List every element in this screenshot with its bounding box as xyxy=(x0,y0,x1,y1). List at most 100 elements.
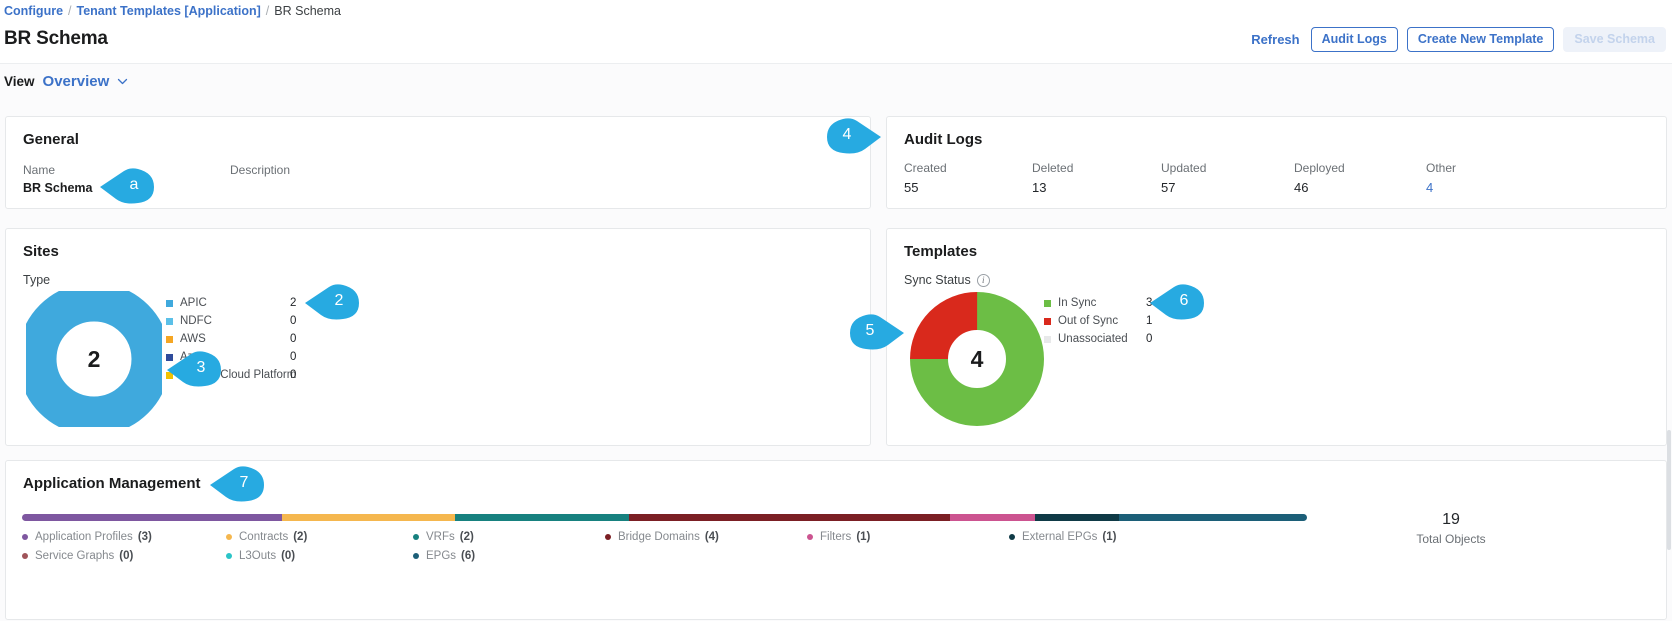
templates-card: Templates Sync Status i 4 In Sync 3 Out … xyxy=(886,228,1667,446)
sites-legend-item-aws[interactable]: AWS 0 xyxy=(166,330,296,348)
audit-stat-deleted-value: 13 xyxy=(1032,180,1047,195)
am-label-bridge-domains: Bridge Domains xyxy=(618,530,700,543)
am-label-contracts: Contracts xyxy=(239,530,289,543)
save-schema-button: Save Schema xyxy=(1563,27,1666,53)
application-management-stacked-bar[interactable] xyxy=(22,514,1307,521)
am-dot-contracts xyxy=(226,533,232,540)
audit-stat-other-value[interactable]: 4 xyxy=(1426,180,1456,195)
bar-segment-vrfs[interactable] xyxy=(455,514,629,521)
audit-stat-other: Other 4 xyxy=(1426,161,1456,195)
templates-legend-item-out-of-sync[interactable]: Out of Sync 1 xyxy=(1044,312,1152,330)
application-management-legend: Application Profiles (3) Contracts (2) V… xyxy=(22,527,1322,565)
am-legend-epgs[interactable]: EPGs (6) xyxy=(413,546,605,565)
am-label-application-profiles: Application Profiles xyxy=(35,530,133,543)
am-legend-bridge-domains[interactable]: Bridge Domains (4) xyxy=(605,527,807,546)
audit-stat-deployed: Deployed 46 xyxy=(1294,161,1345,195)
am-legend-service-graphs[interactable]: Service Graphs (0) xyxy=(22,546,226,565)
breadcrumb: Configure / Tenant Templates [Applicatio… xyxy=(4,4,341,18)
am-legend-external-epgs[interactable]: External EPGs (1) xyxy=(1009,527,1209,546)
templates-sync-status-label: Sync Status xyxy=(904,273,971,287)
total-objects-label: Total Objects xyxy=(1416,532,1486,546)
create-new-template-button[interactable]: Create New Template xyxy=(1406,27,1555,53)
audit-stat-created: Created 55 xyxy=(904,161,947,195)
am-legend-application-profiles[interactable]: Application Profiles (3) xyxy=(22,527,226,546)
bar-segment-filters[interactable] xyxy=(949,514,1035,521)
templates-sync-status: Sync Status i xyxy=(904,273,990,287)
sites-legend-value-apic: 2 xyxy=(290,297,297,309)
general-name-label: Name xyxy=(23,163,56,177)
sites-legend-label-ndfc: NDFC xyxy=(180,315,212,327)
bar-segment-epgs[interactable] xyxy=(1119,514,1307,521)
templates-legend-label-unassociated: Unassociated xyxy=(1058,333,1128,345)
am-dot-epgs xyxy=(413,552,419,559)
bar-segment-bridge-domains[interactable] xyxy=(628,514,950,521)
templates-donut-total: 4 xyxy=(970,345,984,372)
am-legend-contracts[interactable]: Contracts (2) xyxy=(226,527,413,546)
templates-legend-item-unassociated[interactable]: Unassociated 0 xyxy=(1044,330,1152,348)
breadcrumb-separator: / xyxy=(265,4,270,18)
sites-legend-value-aws: 0 xyxy=(290,333,297,345)
am-count-service-graphs: (0) xyxy=(119,549,134,562)
sites-legend-value-gcp: 0 xyxy=(290,369,297,381)
sites-type-label: Type xyxy=(23,273,51,287)
audit-stat-updated-value: 57 xyxy=(1161,180,1176,195)
sites-legend-item-gcp[interactable]: Google Cloud Platform 0 xyxy=(166,366,296,384)
sites-legend-value-ndfc: 0 xyxy=(290,315,297,327)
audit-stat-created-value: 55 xyxy=(904,180,919,195)
templates-legend-value-unassociated: 0 xyxy=(1146,333,1153,345)
refresh-button[interactable]: Refresh xyxy=(1251,32,1301,47)
total-objects-value: 19 xyxy=(1442,511,1460,528)
am-count-filters: (1) xyxy=(856,530,871,543)
audit-logs-button[interactable]: Audit Logs xyxy=(1310,27,1398,53)
sites-legend-label-aws: AWS xyxy=(180,333,206,345)
am-label-l3outs: L3Outs xyxy=(239,549,277,562)
chevron-down-icon[interactable] xyxy=(117,76,128,87)
breadcrumb-item-tenant-templates[interactable]: Tenant Templates [Application] xyxy=(77,4,261,18)
sites-donut-chart[interactable]: 2 xyxy=(17,282,171,436)
am-label-filters: Filters xyxy=(820,530,852,543)
am-label-external-epgs: External EPGs xyxy=(1022,530,1098,543)
view-selector[interactable]: View Overview xyxy=(4,73,128,90)
am-dot-external-epgs xyxy=(1009,533,1015,540)
sites-legend-item-azure[interactable]: Azure 0 xyxy=(166,348,296,366)
bar-segment-contracts[interactable] xyxy=(281,514,456,521)
templates-legend-item-in-sync[interactable]: In Sync 3 xyxy=(1044,294,1152,312)
am-legend-vrfs[interactable]: VRFs (2) xyxy=(413,527,605,546)
sites-legend: APIC 2 NDFC 0 AWS 0 Azure 0 Google Cloud… xyxy=(166,294,296,384)
audit-stat-deployed-label: Deployed xyxy=(1294,161,1345,175)
bar-segment-application-profiles[interactable] xyxy=(22,514,282,521)
am-count-l3outs: (0) xyxy=(281,549,296,562)
templates-legend-label-out-of-sync: Out of Sync xyxy=(1058,315,1119,327)
breadcrumb-item-current: BR Schema xyxy=(274,4,341,18)
breadcrumb-item-configure[interactable]: Configure xyxy=(4,4,63,18)
header-actions: Refresh Audit Logs Create New Template S… xyxy=(1251,27,1666,53)
audit-logs-card-title: Audit Logs xyxy=(904,131,983,148)
legend-swatch-out-of-sync xyxy=(1044,317,1051,325)
view-value[interactable]: Overview xyxy=(43,73,110,90)
am-dot-l3outs xyxy=(226,552,232,559)
sites-legend-item-apic[interactable]: APIC 2 xyxy=(166,294,296,312)
scrollbar[interactable] xyxy=(1667,430,1671,550)
am-legend-l3outs[interactable]: L3Outs (0) xyxy=(226,546,413,565)
templates-legend-value-out-of-sync: 1 xyxy=(1146,315,1153,327)
general-card-title: General xyxy=(23,131,79,148)
am-dot-bridge-domains xyxy=(605,533,611,540)
bar-segment-external-epgs[interactable] xyxy=(1034,514,1120,521)
info-icon[interactable]: i xyxy=(976,273,990,287)
audit-stat-deployed-value: 46 xyxy=(1294,180,1309,195)
templates-legend-value-in-sync: 3 xyxy=(1146,297,1153,309)
application-management-title: Application Management xyxy=(23,475,201,492)
legend-swatch-aws xyxy=(166,335,173,343)
audit-stat-created-label: Created xyxy=(904,161,947,175)
templates-legend-label-in-sync: In Sync xyxy=(1058,297,1097,309)
templates-donut-chart[interactable]: 4 xyxy=(909,291,1045,427)
sites-legend-item-ndfc[interactable]: NDFC 0 xyxy=(166,312,296,330)
sites-card-title: Sites xyxy=(23,243,59,260)
legend-swatch-in-sync xyxy=(1044,299,1051,307)
am-dot-vrfs xyxy=(413,533,419,540)
am-label-vrfs: VRFs xyxy=(426,530,455,543)
am-count-epgs: (6) xyxy=(461,549,476,562)
view-label: View xyxy=(4,74,35,89)
am-legend-filters[interactable]: Filters (1) xyxy=(807,527,1009,546)
sites-legend-label-apic: APIC xyxy=(180,297,207,309)
